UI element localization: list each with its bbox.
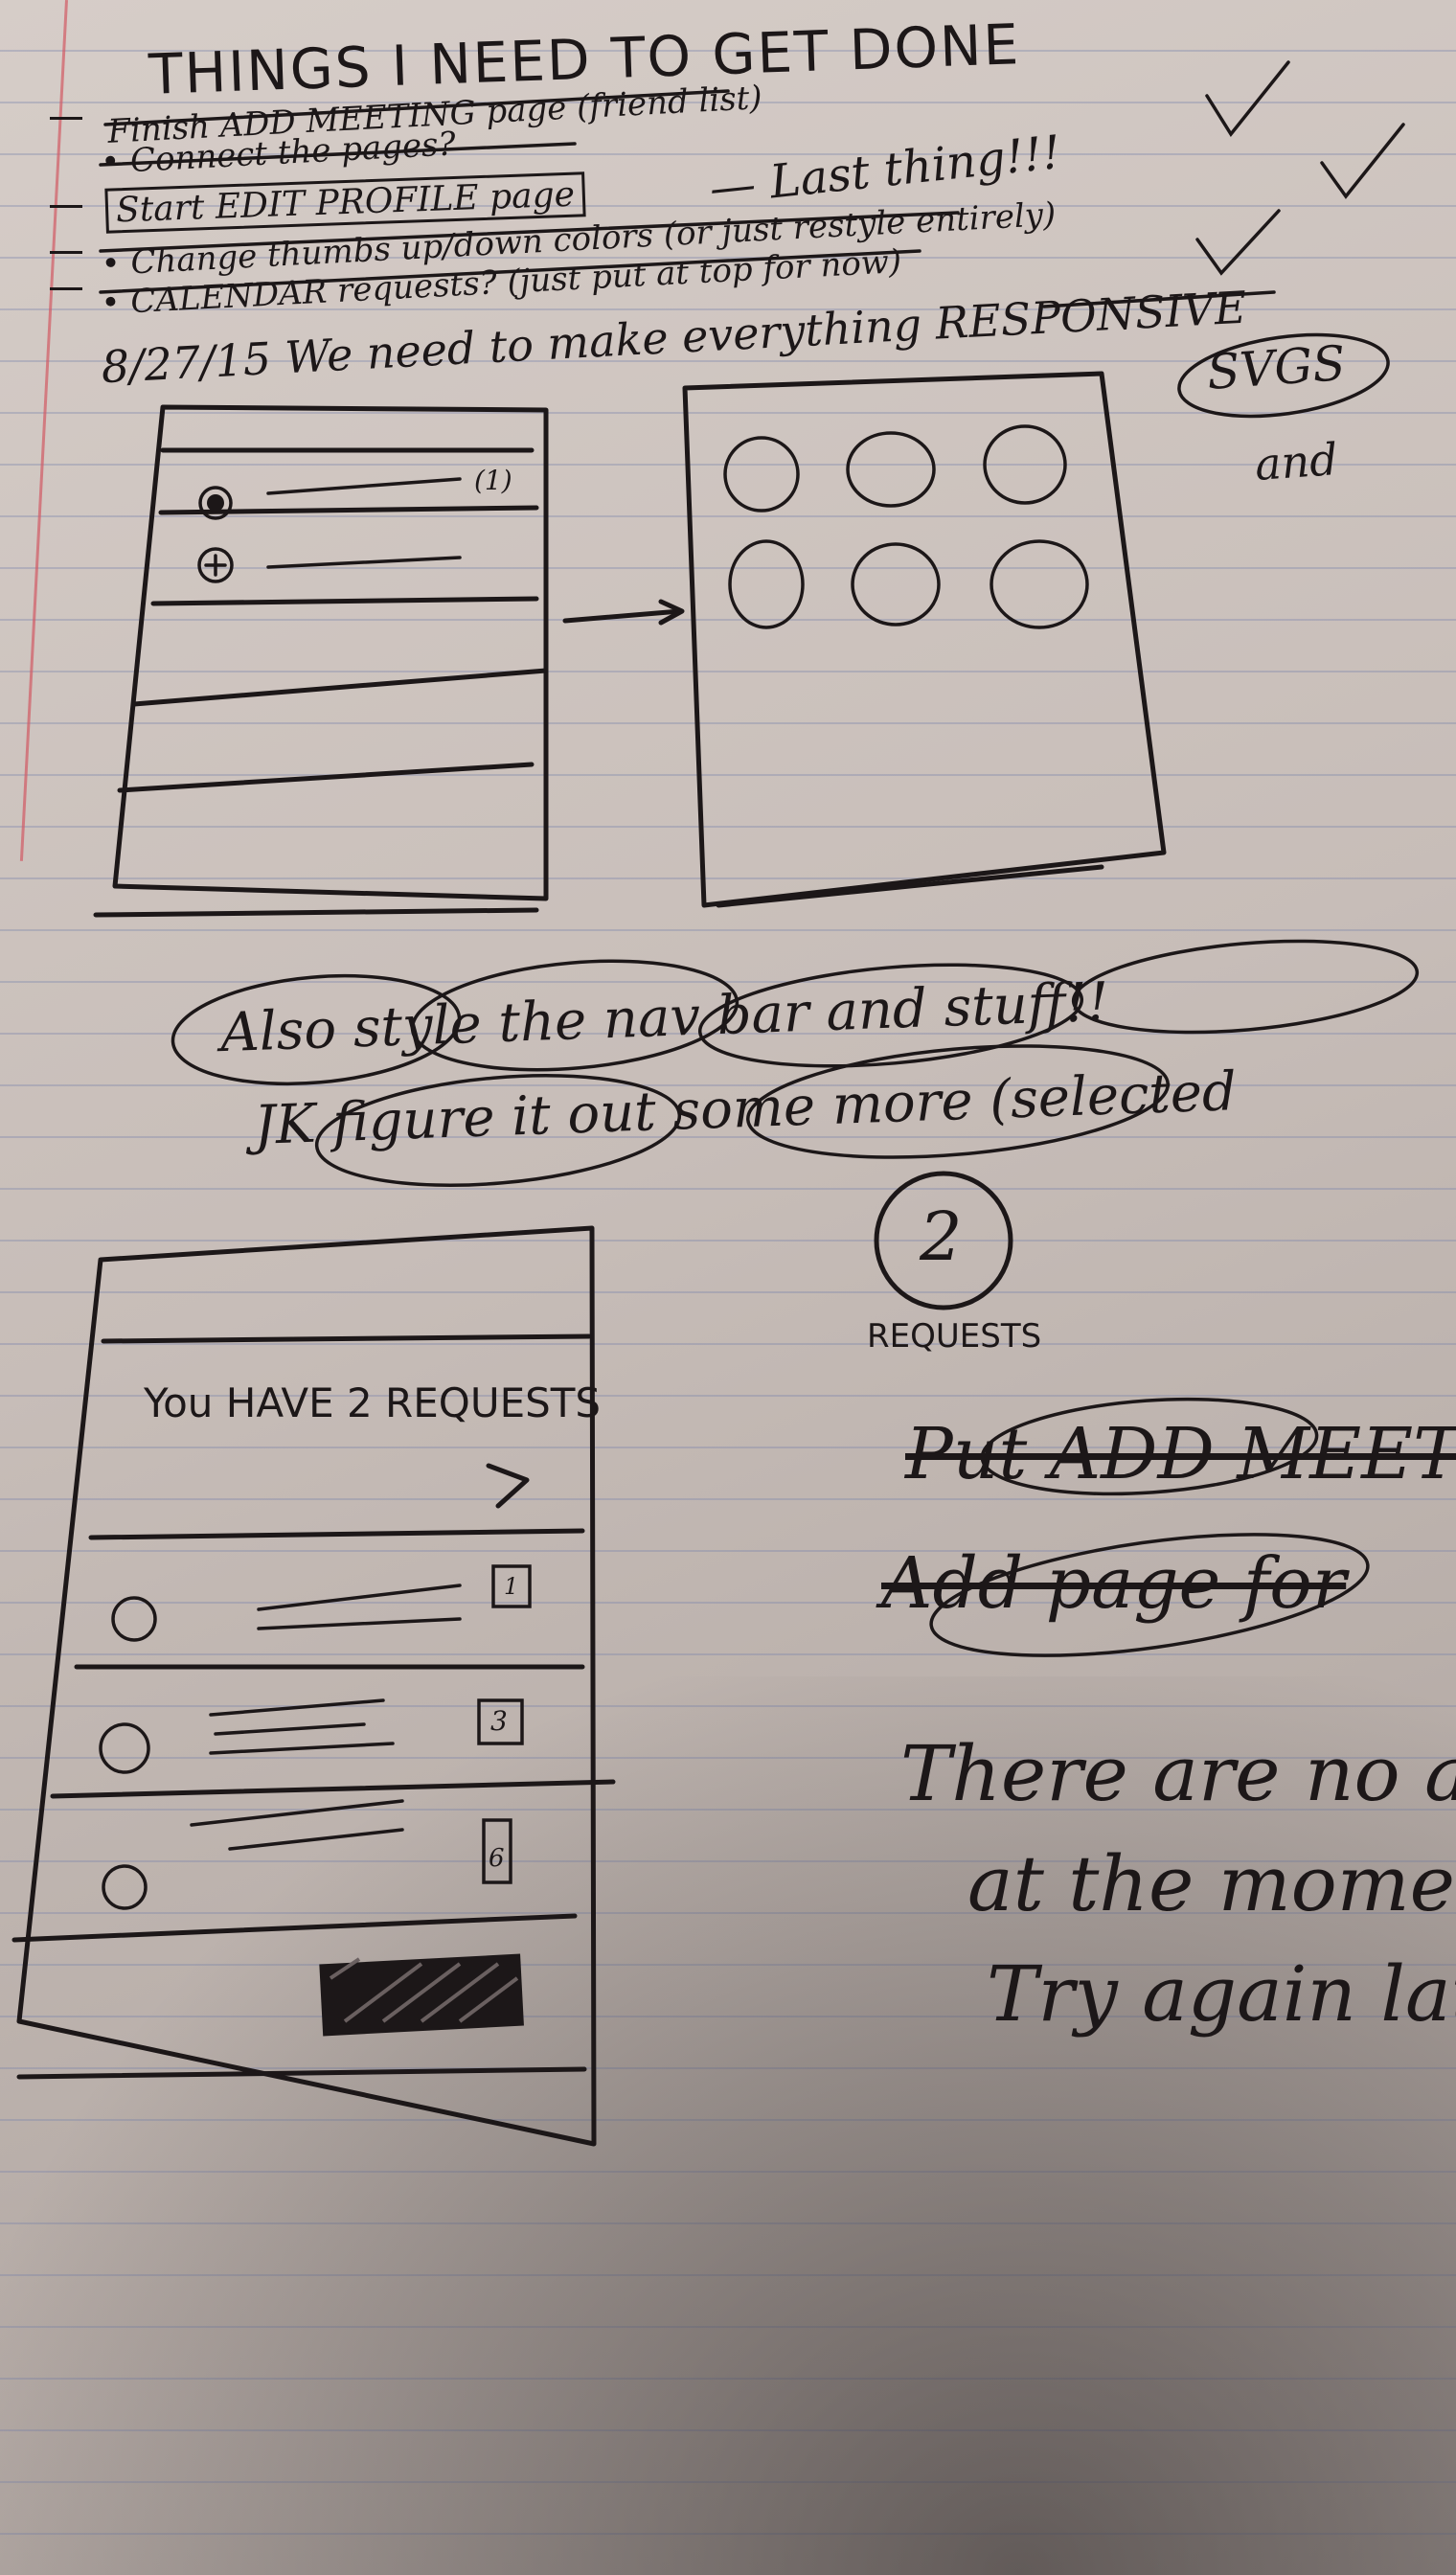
right-note-line-1: Put ADD MEETI — [905, 1413, 1456, 1495]
empty-state-line-2: at the mome — [967, 1839, 1455, 1928]
empty-state-line-3: Try again lat — [987, 1949, 1456, 2039]
sketch-drawings — [11, 60, 1420, 2147]
request-count: 2 — [920, 1197, 963, 1276]
list-badge: (1) — [474, 465, 512, 496]
request-badge-1: 1 — [504, 1573, 519, 1600]
request-label: REQUESTS — [867, 1317, 1042, 1356]
requests-title: You HAVE 2 REQUESTS — [144, 1379, 602, 1426]
right-note-line-2: Add page for — [881, 1542, 1347, 1625]
request-badge-3: 6 — [489, 1844, 505, 1873]
request-badge-2: 3 — [490, 1705, 508, 1737]
empty-state-line-1: There are no a — [900, 1729, 1456, 1818]
